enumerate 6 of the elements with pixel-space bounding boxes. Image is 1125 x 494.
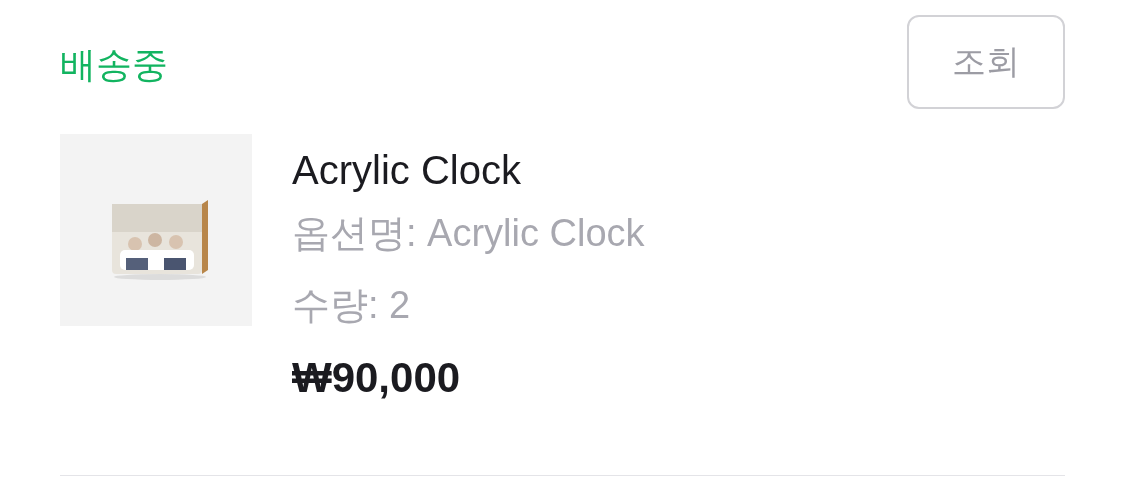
quantity-text: 수량: 2 [292,283,412,328]
price-text: ₩90,000 [292,354,462,402]
delivery-status: 배송중 [60,43,168,87]
product-name: Acrylic Clock [292,147,522,194]
option-text: 옵션명: Acrylic Clock [292,211,645,256]
track-button[interactable]: 조회 [907,15,1065,109]
